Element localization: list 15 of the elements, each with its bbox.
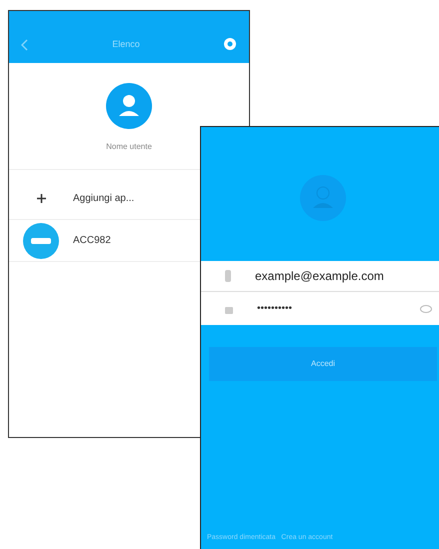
eye-icon[interactable] — [420, 304, 432, 312]
device-icon — [23, 222, 59, 258]
list-item[interactable]: Aggiungi ap... — [9, 178, 199, 219]
settings-icon[interactable] — [223, 37, 237, 51]
list-item[interactable]: ACC982 — [9, 220, 199, 261]
back-icon[interactable] — [21, 39, 29, 51]
password-field[interactable]: •••••••••• — [201, 292, 439, 325]
item-label: Aggiungi ap... — [73, 192, 134, 206]
user-name: Nome utente — [106, 141, 152, 153]
avatar-icon — [106, 83, 152, 129]
avatar-icon — [300, 175, 346, 221]
item-label: ACC982 — [73, 234, 111, 248]
plus-icon — [36, 194, 46, 203]
screen-title: Elenco — [112, 38, 140, 50]
email-field[interactable]: example@example.com — [201, 261, 439, 292]
